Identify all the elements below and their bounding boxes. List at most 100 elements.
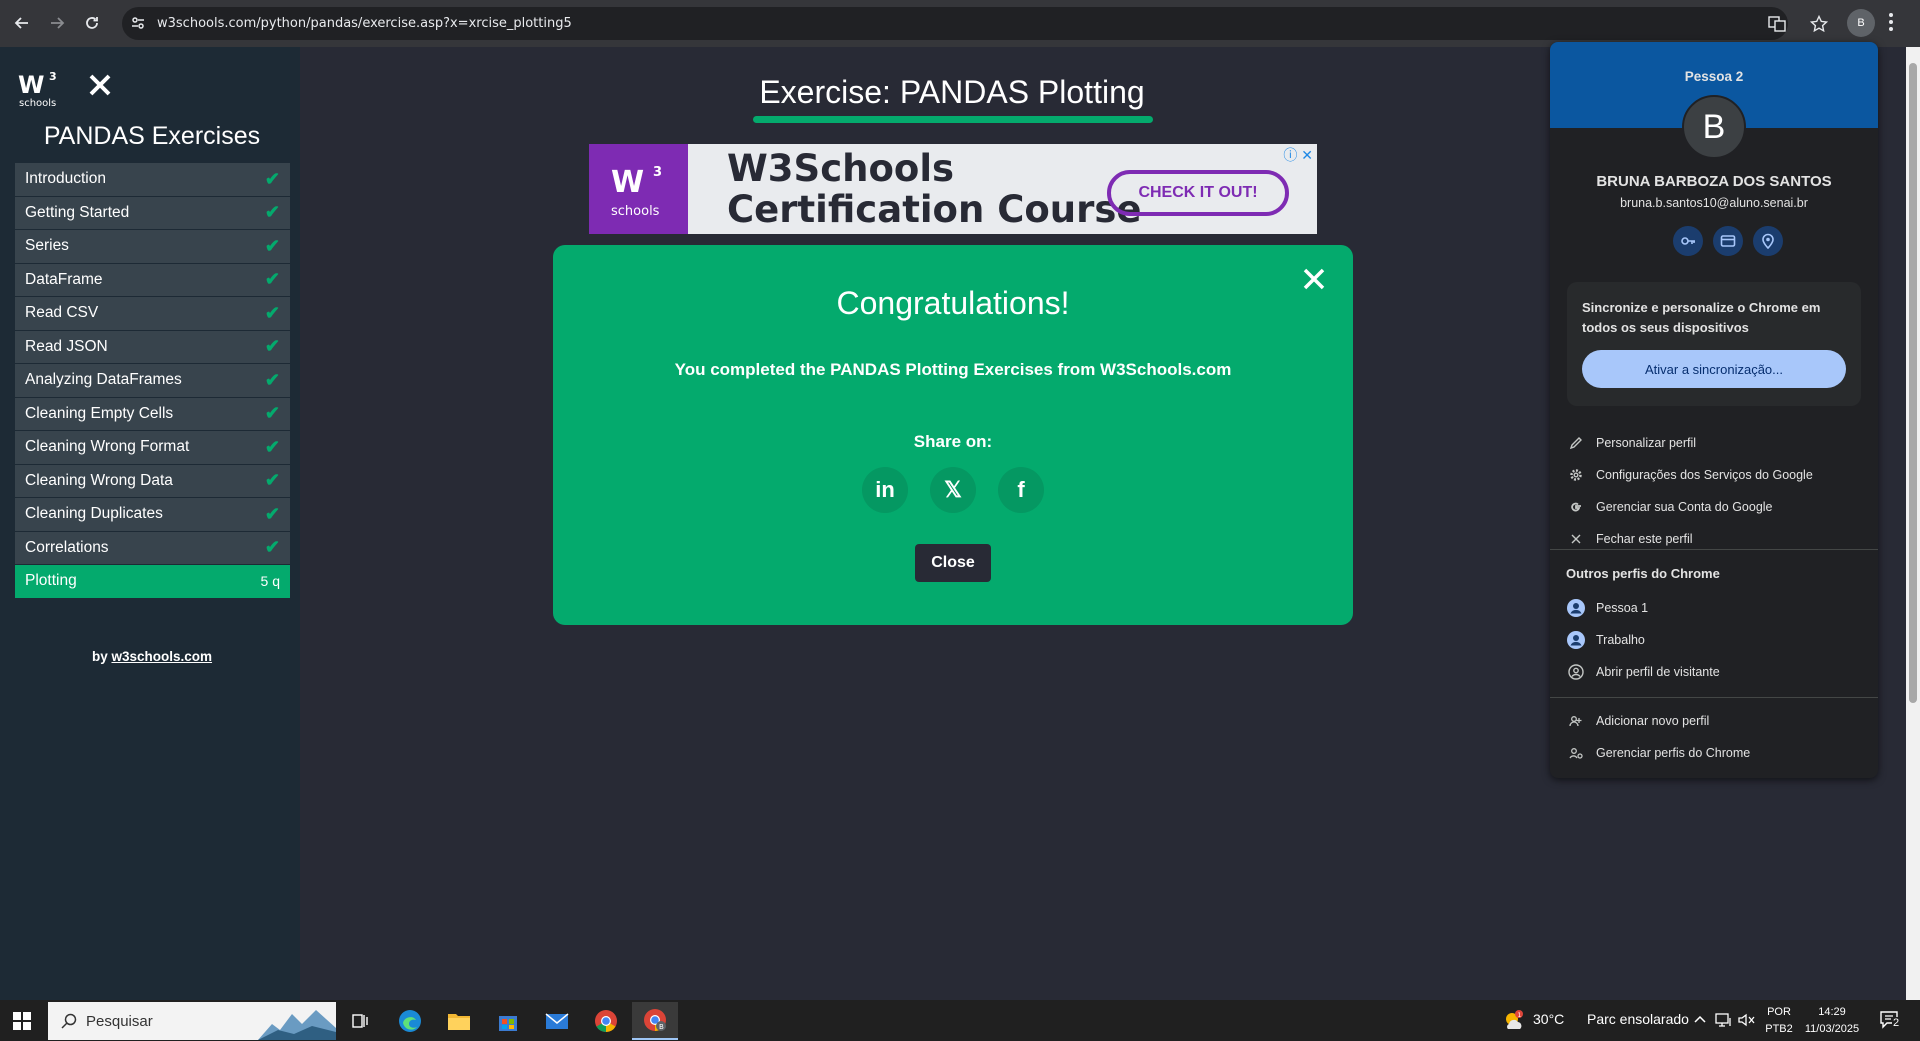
site-info-icon[interactable] — [130, 15, 146, 31]
sidebar-item-plotting[interactable]: Plotting 5 q — [15, 565, 290, 599]
facebook-icon: f — [1017, 477, 1025, 502]
sidebar-item-label: Getting Started — [25, 203, 130, 221]
volume-muted-icon[interactable] — [1738, 1013, 1756, 1027]
menu-manage-profiles[interactable]: Gerenciar perfis do Chrome — [1550, 737, 1878, 769]
taskbar-chrome-profile[interactable]: B — [632, 1002, 678, 1040]
back-button[interactable] — [10, 11, 34, 35]
sidebar-item-series[interactable]: Series ✔ — [15, 230, 290, 264]
ad-close-icon[interactable]: ⓘ ✕ — [1283, 145, 1313, 165]
menu-close-profile[interactable]: Fechar este perfil — [1550, 523, 1878, 555]
task-view-button[interactable] — [337, 1002, 383, 1040]
url-text[interactable]: w3schools.com/python/pandas/exercise.asp… — [157, 16, 572, 31]
modal-message: You completed the PANDAS Plotting Exerci… — [674, 360, 1232, 379]
bookmark-star-icon[interactable] — [1810, 15, 1828, 33]
clock-date: 11/03/2025 — [1804, 1023, 1860, 1035]
sidebar-item-cleaning-wrong-data[interactable]: Cleaning Wrong Data ✔ — [15, 464, 290, 498]
search-placeholder: Pesquisar — [86, 1012, 153, 1030]
chrome-profile-panel: Pessoa 2 B BRUNA BARBOZA DOS SANTOS brun… — [1550, 42, 1878, 778]
mail-icon — [545, 1013, 569, 1029]
w3schools-link[interactable]: w3schools.com — [111, 649, 212, 664]
menu-customize-profile[interactable]: Personalizar perfil — [1550, 427, 1878, 459]
checkmark-icon: ✔ — [264, 470, 280, 491]
ad-cta-button[interactable]: CHECK IT OUT! — [1107, 170, 1289, 216]
notifications-button[interactable]: 2 — [1880, 1010, 1902, 1030]
manage-profiles-icon — [1566, 746, 1586, 760]
checkmark-icon: ✔ — [264, 269, 280, 290]
facebook-share-button[interactable]: f — [998, 467, 1044, 513]
clock[interactable]: 14:29 11/03/2025 — [1800, 1004, 1864, 1038]
close-sidebar-icon[interactable] — [88, 73, 112, 97]
menu-label: Personalizar perfil — [1596, 436, 1697, 450]
menu-label: Configurações dos Serviços do Google — [1596, 468, 1813, 482]
share-label: Share on: — [913, 432, 993, 451]
profile-item-guest[interactable]: Abrir perfil de visitante — [1550, 656, 1878, 688]
linkedin-share-button[interactable]: in — [862, 467, 908, 513]
weather-desc[interactable]: Parc ensolarado — [1587, 1011, 1689, 1027]
x-share-button[interactable]: 𝕏 — [930, 467, 976, 513]
weather-temp[interactable]: 30°C — [1533, 1011, 1564, 1027]
sidebar-item-getting-started[interactable]: Getting Started ✔ — [15, 196, 290, 230]
enable-sync-button[interactable]: Ativar a sincronização... — [1582, 350, 1846, 388]
guest-profile-icon — [1566, 664, 1586, 680]
svg-text:3: 3 — [653, 165, 662, 180]
checkmark-icon: ✔ — [264, 369, 280, 390]
sidebar-item-cleaning-duplicates[interactable]: Cleaning Duplicates ✔ — [15, 498, 290, 532]
divider — [1550, 549, 1878, 550]
weather-icon[interactable]: 1 — [1502, 1009, 1526, 1033]
menu-manage-google-account[interactable]: Gerenciar sua Conta do Google — [1550, 491, 1878, 523]
profile-item-trabalho[interactable]: Trabalho — [1550, 624, 1878, 656]
chrome-menu-icon[interactable] — [1888, 12, 1894, 32]
sidebar-item-correlations[interactable]: Correlations ✔ — [15, 531, 290, 565]
profile-item-pessoa-1[interactable]: Pessoa 1 — [1550, 592, 1878, 624]
address-bar[interactable]: w3schools.com/python/pandas/exercise.asp… — [122, 7, 1828, 40]
windows-start-button[interactable] — [13, 1012, 31, 1030]
profile-header-name: Pessoa 2 — [1684, 69, 1744, 84]
passwords-button[interactable] — [1673, 226, 1703, 256]
page-title: Exercise: PANDAS Plotting — [759, 74, 1145, 110]
input-language[interactable]: POR PTB2 — [1762, 1004, 1796, 1038]
close-button[interactable]: Close — [915, 544, 991, 582]
profile-avatar-button[interactable]: B — [1847, 9, 1875, 37]
svg-text:1: 1 — [1518, 1012, 1522, 1019]
by-prefix: by — [91, 649, 108, 664]
modal-title: Congratulations! — [836, 285, 1070, 321]
w3schools-logo[interactable]: W 3 schools — [18, 69, 62, 109]
checkmark-icon: ✔ — [264, 436, 280, 457]
taskbar-file-explorer[interactable] — [436, 1002, 482, 1040]
sidebar-item-cleaning-empty-cells[interactable]: Cleaning Empty Cells ✔ — [15, 397, 290, 431]
addresses-button[interactable] — [1753, 226, 1783, 256]
sidebar-item-dataframe[interactable]: DataFrame ✔ — [15, 263, 290, 297]
sidebar-item-cleaning-wrong-format[interactable]: Cleaning Wrong Format ✔ — [15, 431, 290, 465]
scroll-thumb[interactable] — [1909, 63, 1917, 703]
translate-icon[interactable] — [1768, 15, 1786, 33]
profile-avatar: B — [1682, 95, 1746, 159]
sidebar-item-read-csv[interactable]: Read CSV ✔ — [15, 297, 290, 331]
sidebar-item-introduction[interactable]: Introduction ✔ — [15, 163, 290, 197]
sync-box: Sincronize e personalize o Chrome em tod… — [1567, 282, 1861, 406]
credit-card-icon — [1720, 235, 1736, 247]
taskbar-chrome[interactable] — [583, 1002, 629, 1040]
taskbar-edge[interactable] — [387, 1002, 433, 1040]
page-scrollbar[interactable] — [1906, 47, 1920, 1000]
taskbar-search[interactable]: Pesquisar — [48, 1002, 336, 1040]
taskbar-mail[interactable] — [534, 1002, 580, 1040]
sidebar-item-label: Plotting — [25, 572, 77, 590]
menu-add-profile[interactable]: Adicionar novo perfil — [1550, 705, 1878, 737]
forward-button[interactable] — [45, 11, 69, 35]
arrow-left-icon — [14, 17, 28, 29]
title-underline — [753, 116, 1153, 123]
menu-label: Gerenciar sua Conta do Google — [1596, 500, 1773, 514]
taskbar-store[interactable] — [485, 1002, 531, 1040]
sidebar-item-read-json[interactable]: Read JSON ✔ — [15, 330, 290, 364]
payment-methods-button[interactable] — [1713, 226, 1743, 256]
tray-chevron-up-icon[interactable] — [1694, 1015, 1706, 1023]
ad-banner[interactable]: W 3 schools W3Schools Certification Cour… — [589, 144, 1317, 234]
sidebar-item-analyzing-dataframes[interactable]: Analyzing DataFrames ✔ — [15, 364, 290, 398]
arrow-right-icon — [51, 17, 65, 29]
svg-text:B: B — [659, 1023, 664, 1031]
lang-secondary: PTB2 — [1765, 1023, 1793, 1035]
network-icon[interactable] — [1715, 1013, 1733, 1027]
menu-google-services[interactable]: Configurações dos Serviços do Google — [1550, 459, 1878, 491]
sidebar-item-label: DataFrame — [25, 270, 103, 288]
reload-button[interactable] — [80, 11, 104, 35]
